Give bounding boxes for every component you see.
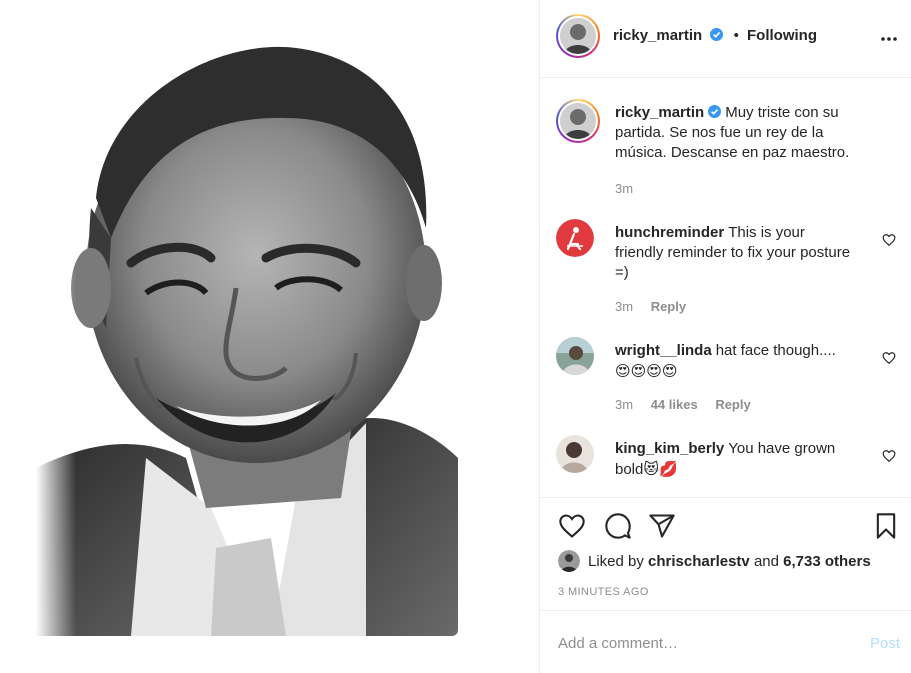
comment-likes-count[interactable]: 44 likes [651,397,698,412]
comment-icon[interactable] [604,512,632,540]
comments-list[interactable]: ricky_martin Muy triste con su partida. S… [540,79,911,497]
caption-text-block: ricky_martin Muy triste con su partida. S… [615,103,855,163]
king-kim-berly-avatar-image [556,435,594,473]
author-avatar-image [560,18,596,54]
commenter-avatar[interactable] [556,337,594,375]
post-timestamp[interactable]: 3 MINUTES AGO [558,586,649,598]
post-media [0,0,539,673]
liked-by-prefix: Liked by [588,553,644,570]
follow-status-button[interactable]: Following [747,27,817,44]
wright-linda-avatar-image [556,337,594,375]
author-username[interactable]: ricky_martin [613,27,702,44]
comment-text-block: king_kim_berly You have grown bold😻💋 [615,439,855,480]
reply-button[interactable]: Reply [651,299,686,314]
commenter-avatar[interactable] [556,435,594,473]
share-icon[interactable] [648,512,676,540]
liked-by-user[interactable]: chrischarlestv [648,553,750,570]
caption-avatar-image [560,103,596,139]
verified-icon [710,28,724,41]
comment-emoji: 😍😍😍😍 [615,362,678,380]
post-comment-button[interactable]: Post [870,635,900,652]
portrait-image [36,38,458,636]
comment-meta: 3m Reply [615,299,700,314]
post-header: ricky_martin • Following [540,0,911,78]
post-photo[interactable] [36,38,458,636]
comment-text: hat face though.... [715,342,836,359]
comment-text-block: wright__linda hat face though.... 😍😍😍😍 [615,341,855,382]
reply-button[interactable]: Reply [715,397,750,412]
liker-avatar-image [558,550,580,572]
comment-time[interactable]: 3m [615,397,633,412]
add-comment-input[interactable] [558,631,848,655]
comment-like-icon[interactable] [882,449,896,463]
heart-icon[interactable] [558,512,586,540]
caption-meta: 3m [615,181,647,196]
comment-username[interactable]: king_kim_berly [615,440,724,457]
comment-like-icon[interactable] [882,351,896,365]
caption-time[interactable]: 3m [615,181,633,196]
verified-icon [708,105,722,118]
hunchreminder-avatar-image [556,219,594,257]
comment-text-block: hunchreminder This is your friendly remin… [615,223,855,283]
liked-by-others[interactable]: 6,733 others [783,553,871,570]
comment-username[interactable]: hunchreminder [615,224,724,241]
liker-avatar[interactable] [558,550,580,572]
comment-like-icon[interactable] [882,233,896,247]
separator-dot: • [733,27,739,44]
author-avatar[interactable] [556,14,600,58]
likes-summary: Liked by chrischarlestv and 6,733 others [558,550,871,572]
caption-avatar[interactable] [556,99,600,143]
comment-emoji: 😻💋 [643,460,678,478]
bookmark-icon[interactable] [872,512,900,540]
comment-time[interactable]: 3m [615,299,633,314]
add-comment-bar: Post [540,610,911,673]
more-options-icon[interactable] [880,30,898,48]
comment-username[interactable]: wright__linda [615,342,712,359]
post-actions: Liked by chrischarlestv and 6,733 others… [540,497,911,607]
liked-by-joiner: and [753,553,779,570]
caption-username[interactable]: ricky_martin [615,104,704,121]
comment-meta: 3m 44 likes Reply [615,397,765,412]
post-sidebar: ricky_martin • Following ricky_martin Mu… [539,0,911,673]
commenter-avatar[interactable] [556,219,594,257]
header-author-line: ricky_martin • Following [613,27,817,44]
